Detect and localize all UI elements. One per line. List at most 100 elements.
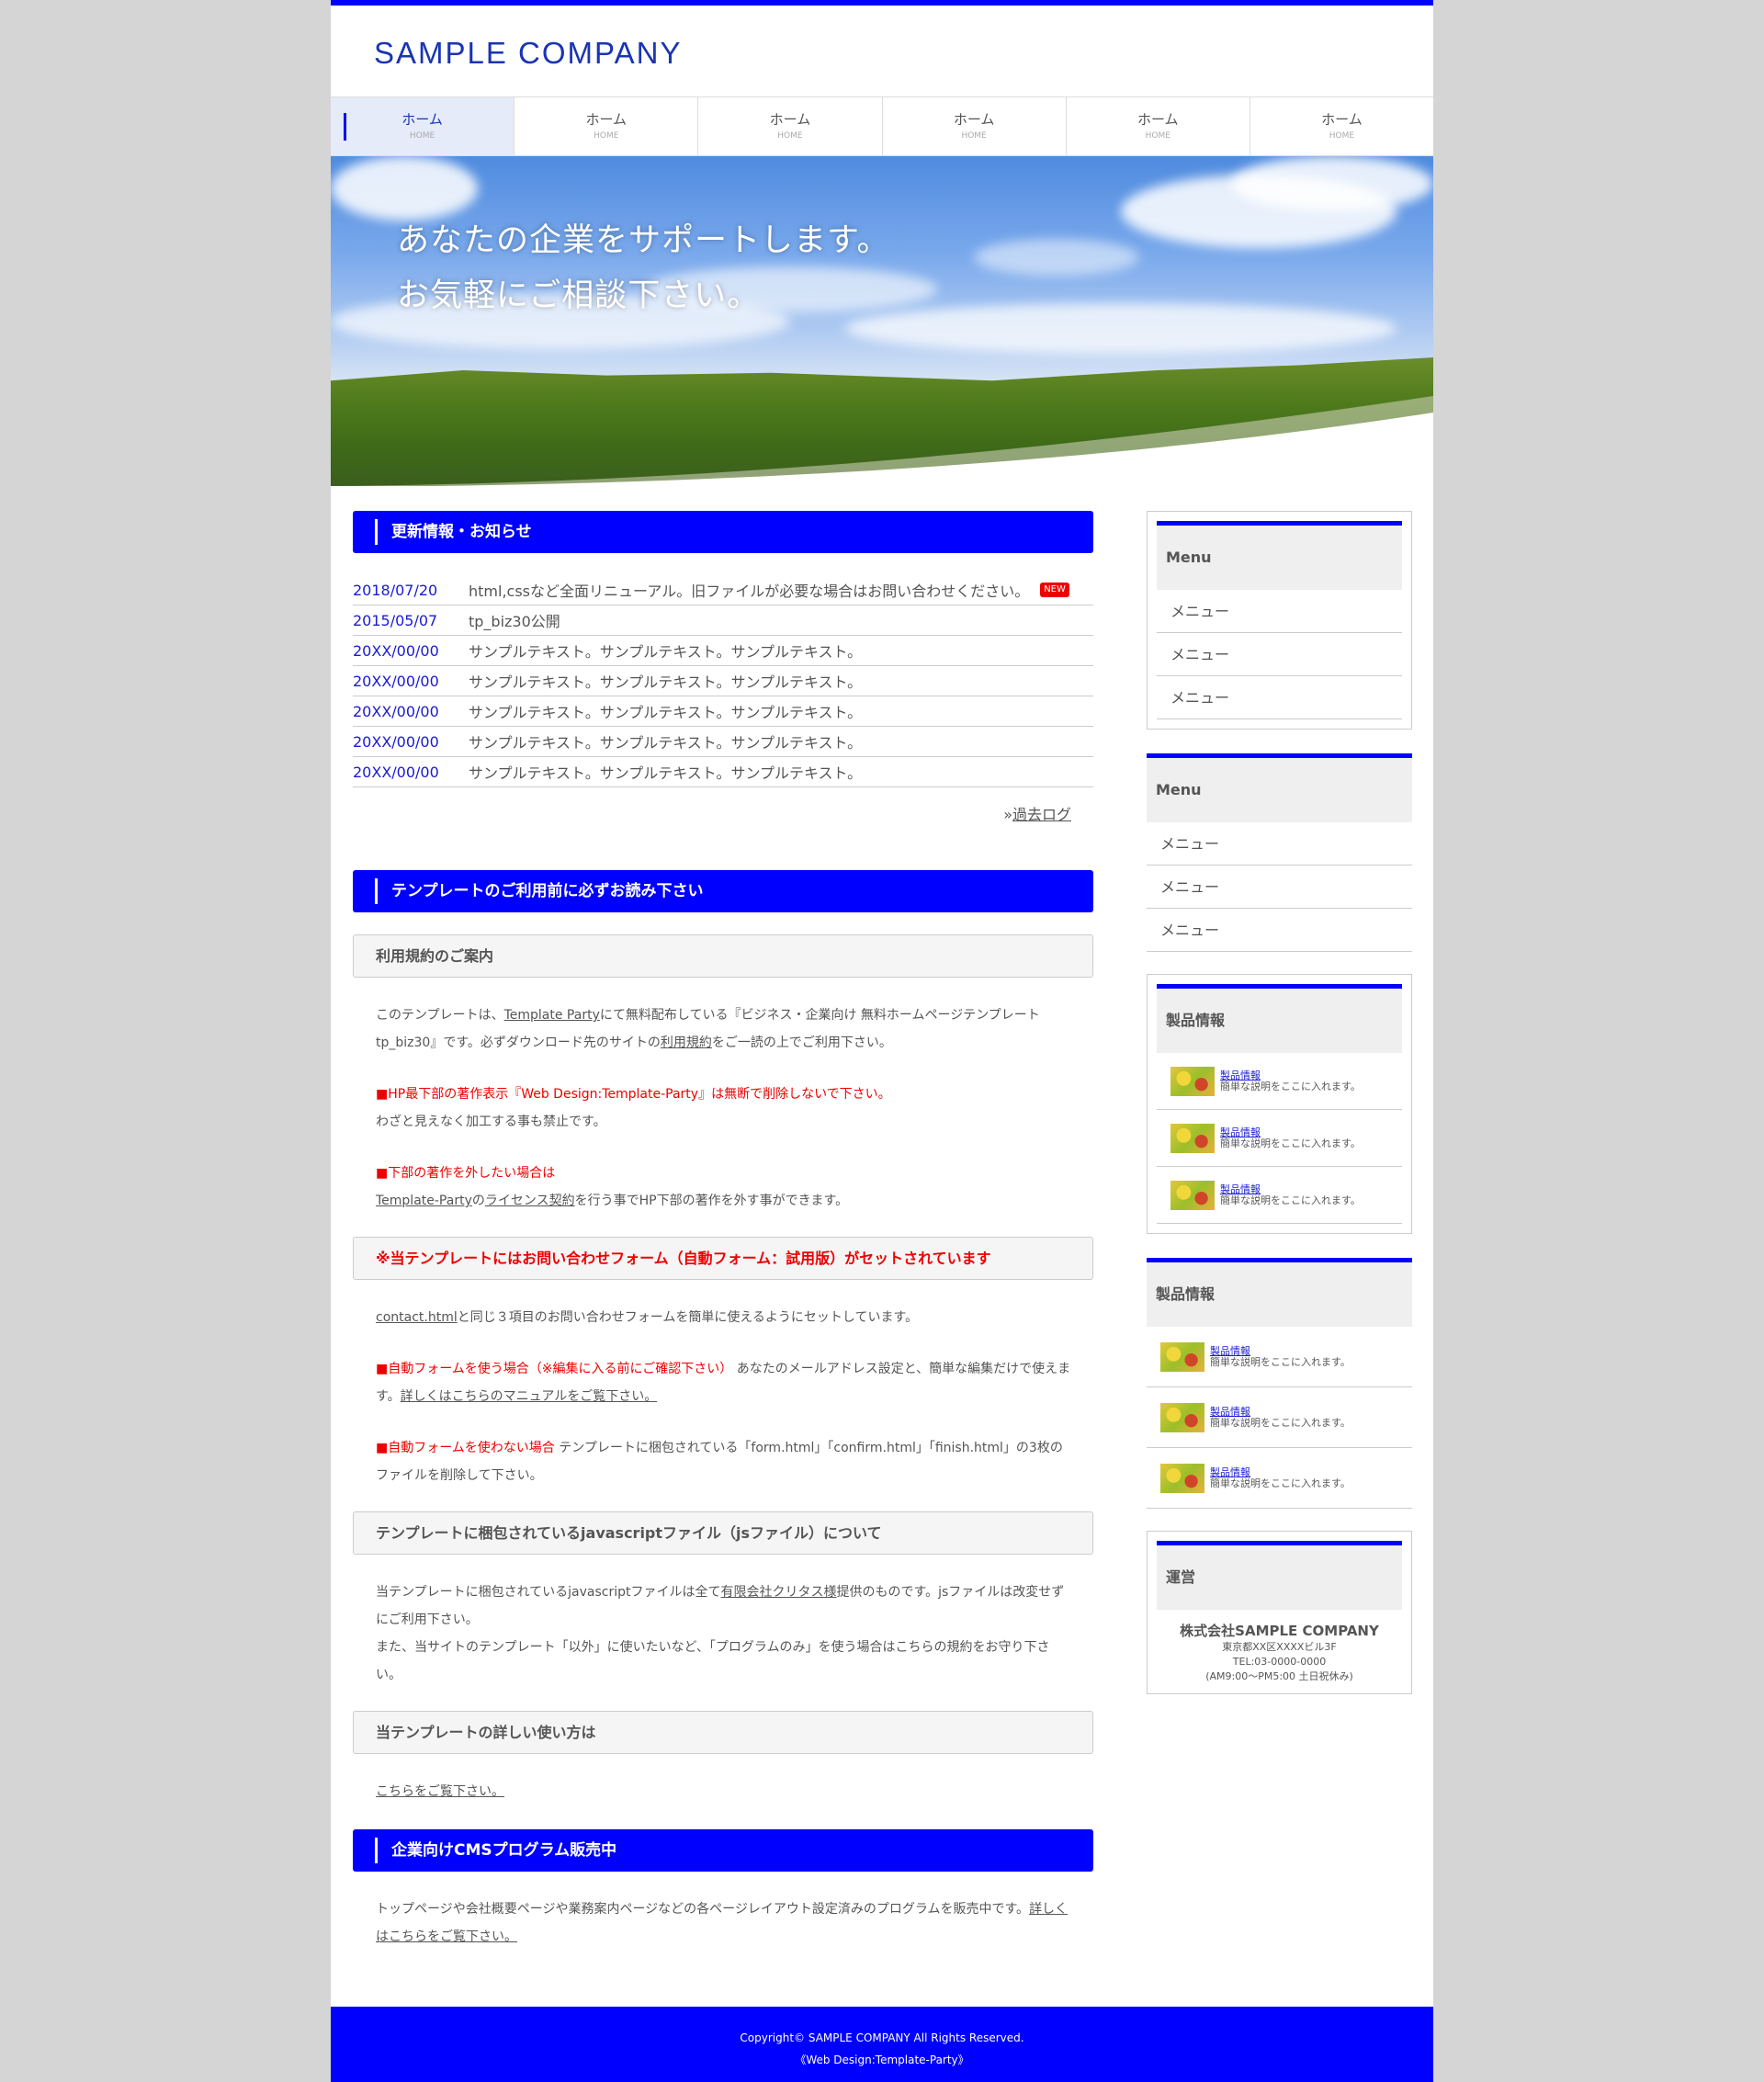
sidebar-company-box: 運営 株式会社SAMPLE COMPANY 東京都XX区XXXXビル3F TEL…	[1147, 1531, 1412, 1694]
news-text: サンプルテキスト。サンプルテキスト。サンプルテキスト。	[469, 643, 863, 661]
product-item[interactable]: 製品情報 簡単な説明をここに入れます。	[1157, 1110, 1402, 1167]
site-logo[interactable]: SAMPLE COMPANY	[374, 36, 682, 71]
nav-label: ホーム	[953, 111, 995, 128]
news-date: 2018/07/20	[353, 581, 438, 599]
footer: Copyright© SAMPLE COMPANY All Rights Res…	[331, 2007, 1433, 2082]
license-link[interactable]: ライセンス契約	[485, 1194, 575, 1208]
news-date: 20XX/00/00	[353, 732, 439, 751]
product-title[interactable]: 製品情報	[1220, 1183, 1361, 1195]
nav-sublabel: HOME	[961, 131, 987, 141]
hero-line-1: あなたの企業をサポートします。	[397, 222, 890, 259]
product-title[interactable]: 製品情報	[1210, 1406, 1351, 1418]
product-title[interactable]: 製品情報	[1220, 1126, 1361, 1138]
product-thumbnail	[1160, 1463, 1204, 1493]
no-form-paragraph: ■自動フォームを使わない場合 テンプレートに梱包されている「form.html」…	[353, 1434, 1093, 1489]
sidebar-heading: Menu	[1157, 521, 1402, 590]
text: の	[471, 1194, 485, 1208]
text: また、当サイトのテンプレート「以外」に使いたいなど、「プログラムのみ」を使う場合…	[376, 1640, 1050, 1682]
news-text: サンプルテキスト。サンプルテキスト。サンプルテキスト。	[469, 734, 863, 752]
product-desc: 簡単な説明をここに入れます。	[1220, 1194, 1361, 1206]
sidebar-heading: 製品情報	[1157, 984, 1402, 1053]
product-item[interactable]: 製品情報 簡単な説明をここに入れます。	[1147, 1448, 1412, 1509]
product-desc: 簡単な説明をここに入れます。	[1210, 1477, 1351, 1489]
nav-sublabel: HOME	[594, 131, 619, 141]
cloud	[974, 239, 1139, 276]
sidebar-products-flat: 製品情報 製品情報 簡単な説明をここに入れます。 製品情報 簡単な説明をここに入れま…	[1147, 1258, 1412, 1509]
company-address: 東京都XX区XXXXビル3F	[1222, 1641, 1337, 1653]
text: トップページや会社概要ページや業務案内ページなどの各ページレイアウト設定済みのプ…	[376, 1902, 1030, 1917]
main-content: 更新情報・お知らせ 2018/07/20 html,cssなど全面リニューアル。…	[353, 511, 1093, 1951]
product-item[interactable]: 製品情報 簡単な説明をここに入れます。	[1147, 1327, 1412, 1387]
nav-sublabel: HOME	[1145, 131, 1170, 141]
news-row: 20XX/00/00 サンプルテキスト。サンプルテキスト。サンプルテキスト。	[353, 696, 1093, 727]
company-tel: TEL:03-0000-0000	[1232, 1656, 1327, 1668]
news-heading: 更新情報・お知らせ	[353, 511, 1093, 553]
text: をご一読の上でご利用下さい。	[711, 1035, 892, 1050]
sidebar-menu-item[interactable]: メニュー	[1147, 822, 1412, 866]
nav-label: ホーム	[769, 111, 811, 128]
product-title[interactable]: 製品情報	[1210, 1466, 1351, 1478]
product-title[interactable]: 製品情報	[1220, 1069, 1361, 1081]
license-paragraph: ■下部の著作を外したい場合は Template-Partyのライセンス契約を行う…	[353, 1160, 1093, 1215]
sidebar-menu-item[interactable]: メニュー	[1147, 866, 1412, 909]
product-thumbnail	[1160, 1402, 1204, 1432]
sidebar-menu-item[interactable]: メニュー	[1157, 633, 1402, 676]
news-row: 20XX/00/00 サンプルテキスト。サンプルテキスト。サンプルテキスト。	[353, 757, 1093, 787]
nav-item-home-3[interactable]: ホーム HOME	[698, 97, 883, 155]
sidebar-menu-box: Menu メニュー メニュー メニュー	[1147, 511, 1412, 730]
template-party-link[interactable]: Template Party	[504, 1008, 600, 1023]
product-title[interactable]: 製品情報	[1210, 1345, 1351, 1357]
footer-credit[interactable]: 《Web Design:Template-Party》	[331, 2049, 1433, 2071]
news-row: 2018/07/20 html,cssなど全面リニューアル。旧ファイルが必要な場…	[353, 575, 1093, 605]
sidebar: Menu メニュー メニュー メニュー Menu メニュー メニュー メニュー …	[1147, 511, 1412, 1718]
template-heading: テンプレートのご利用前に必ずお読み下さい	[353, 870, 1093, 912]
form-paragraph: contact.htmlと同じ３項目のお問い合わせフォームを簡単に使えるようにセ…	[353, 1304, 1093, 1331]
nav-item-home-6[interactable]: ホーム HOME	[1250, 97, 1433, 155]
terms-paragraph: このテンプレートは、Template Partyにて無料配布している『ビジネス・…	[353, 1001, 1093, 1057]
warning-text: ■HP最下部の著作表示『Web Design:Template-Party』は無…	[376, 1087, 891, 1102]
past-log-link[interactable]: 過去ログ	[1012, 806, 1071, 823]
news-date: 20XX/00/00	[353, 763, 439, 781]
product-desc: 簡単な説明をここに入れます。	[1210, 1355, 1351, 1368]
product-desc: 簡単な説明をここに入れます。	[1210, 1416, 1351, 1429]
template-party-link[interactable]: Template-Party	[376, 1194, 472, 1208]
product-thumbnail	[1170, 1123, 1215, 1153]
news-row: 20XX/00/00 サンプルテキスト。サンプルテキスト。サンプルテキスト。	[353, 666, 1093, 696]
cms-heading: 企業向けCMSプログラム販売中	[353, 1829, 1093, 1872]
text: と同じ３項目のお問い合わせフォームを簡単に使えるようにセットしています。	[457, 1310, 919, 1325]
text: わざと見えなく加工する事も禁止です。	[376, 1115, 606, 1129]
terms-heading: 利用規約のご案内	[353, 934, 1093, 978]
sidebar-menu-item[interactable]: メニュー	[1157, 676, 1402, 719]
product-desc: 簡単な説明をここに入れます。	[1220, 1080, 1361, 1092]
news-text: サンプルテキスト。サンプルテキスト。サンプルテキスト。	[469, 704, 863, 721]
kuritas-link[interactable]: 有限会社クリタス様	[721, 1585, 837, 1600]
news-text: html,cssなど全面リニューアル。旧ファイルが必要な場合はお問い合わせくださ…	[469, 583, 1030, 600]
usage-link[interactable]: こちらをご覧下さい。	[376, 1784, 504, 1799]
nav-item-home-2[interactable]: ホーム HOME	[514, 97, 699, 155]
product-item[interactable]: 製品情報 簡単な説明をここに入れます。	[1157, 1053, 1402, 1110]
form-heading: ※当テンプレートにはお問い合わせフォーム（自動フォーム：試用版）がセットされてい…	[353, 1237, 1093, 1280]
nav-item-home-1[interactable]: ホーム HOME	[331, 97, 515, 155]
nav-item-home-4[interactable]: ホーム HOME	[883, 97, 1067, 155]
news-text: サンプルテキスト。サンプルテキスト。サンプルテキスト。	[469, 764, 863, 782]
news-row: 20XX/00/00 サンプルテキスト。サンプルテキスト。サンプルテキスト。	[353, 727, 1093, 757]
text: このテンプレートは、	[376, 1008, 504, 1023]
nav-item-home-5[interactable]: ホーム HOME	[1067, 97, 1250, 155]
past-log: »過去ログ	[353, 802, 1093, 824]
sidebar-menu-item[interactable]: メニュー	[1157, 590, 1402, 633]
hero-copy: あなたの企業をサポートします。 お気軽にご相談下さい。	[397, 213, 890, 323]
manual-link[interactable]: 詳しくはこちらのマニュアルをご覧下さい。	[401, 1389, 658, 1404]
sidebar-menu-item[interactable]: メニュー	[1147, 909, 1412, 952]
product-desc: 簡単な説明をここに入れます。	[1220, 1137, 1361, 1149]
product-item[interactable]: 製品情報 簡単な説明をここに入れます。	[1157, 1167, 1402, 1224]
contact-link[interactable]: contact.html	[376, 1310, 458, 1325]
terms-link[interactable]: 利用規約	[661, 1035, 712, 1050]
past-log-prefix: »	[1003, 806, 1012, 823]
warning-text: ■自動フォームを使わない場合	[376, 1441, 555, 1455]
text: を行う事でHP下部の著作を外す事ができます。	[574, 1194, 849, 1208]
cloud	[331, 156, 478, 221]
nav-label: ホーム	[585, 111, 628, 128]
warning-text: ■下部の著作を外したい場合は	[376, 1166, 556, 1181]
company-hours: (AM9:00～PM5:00 土日祝休み)	[1205, 1670, 1353, 1682]
product-item[interactable]: 製品情報 簡単な説明をここに入れます。	[1147, 1387, 1412, 1448]
